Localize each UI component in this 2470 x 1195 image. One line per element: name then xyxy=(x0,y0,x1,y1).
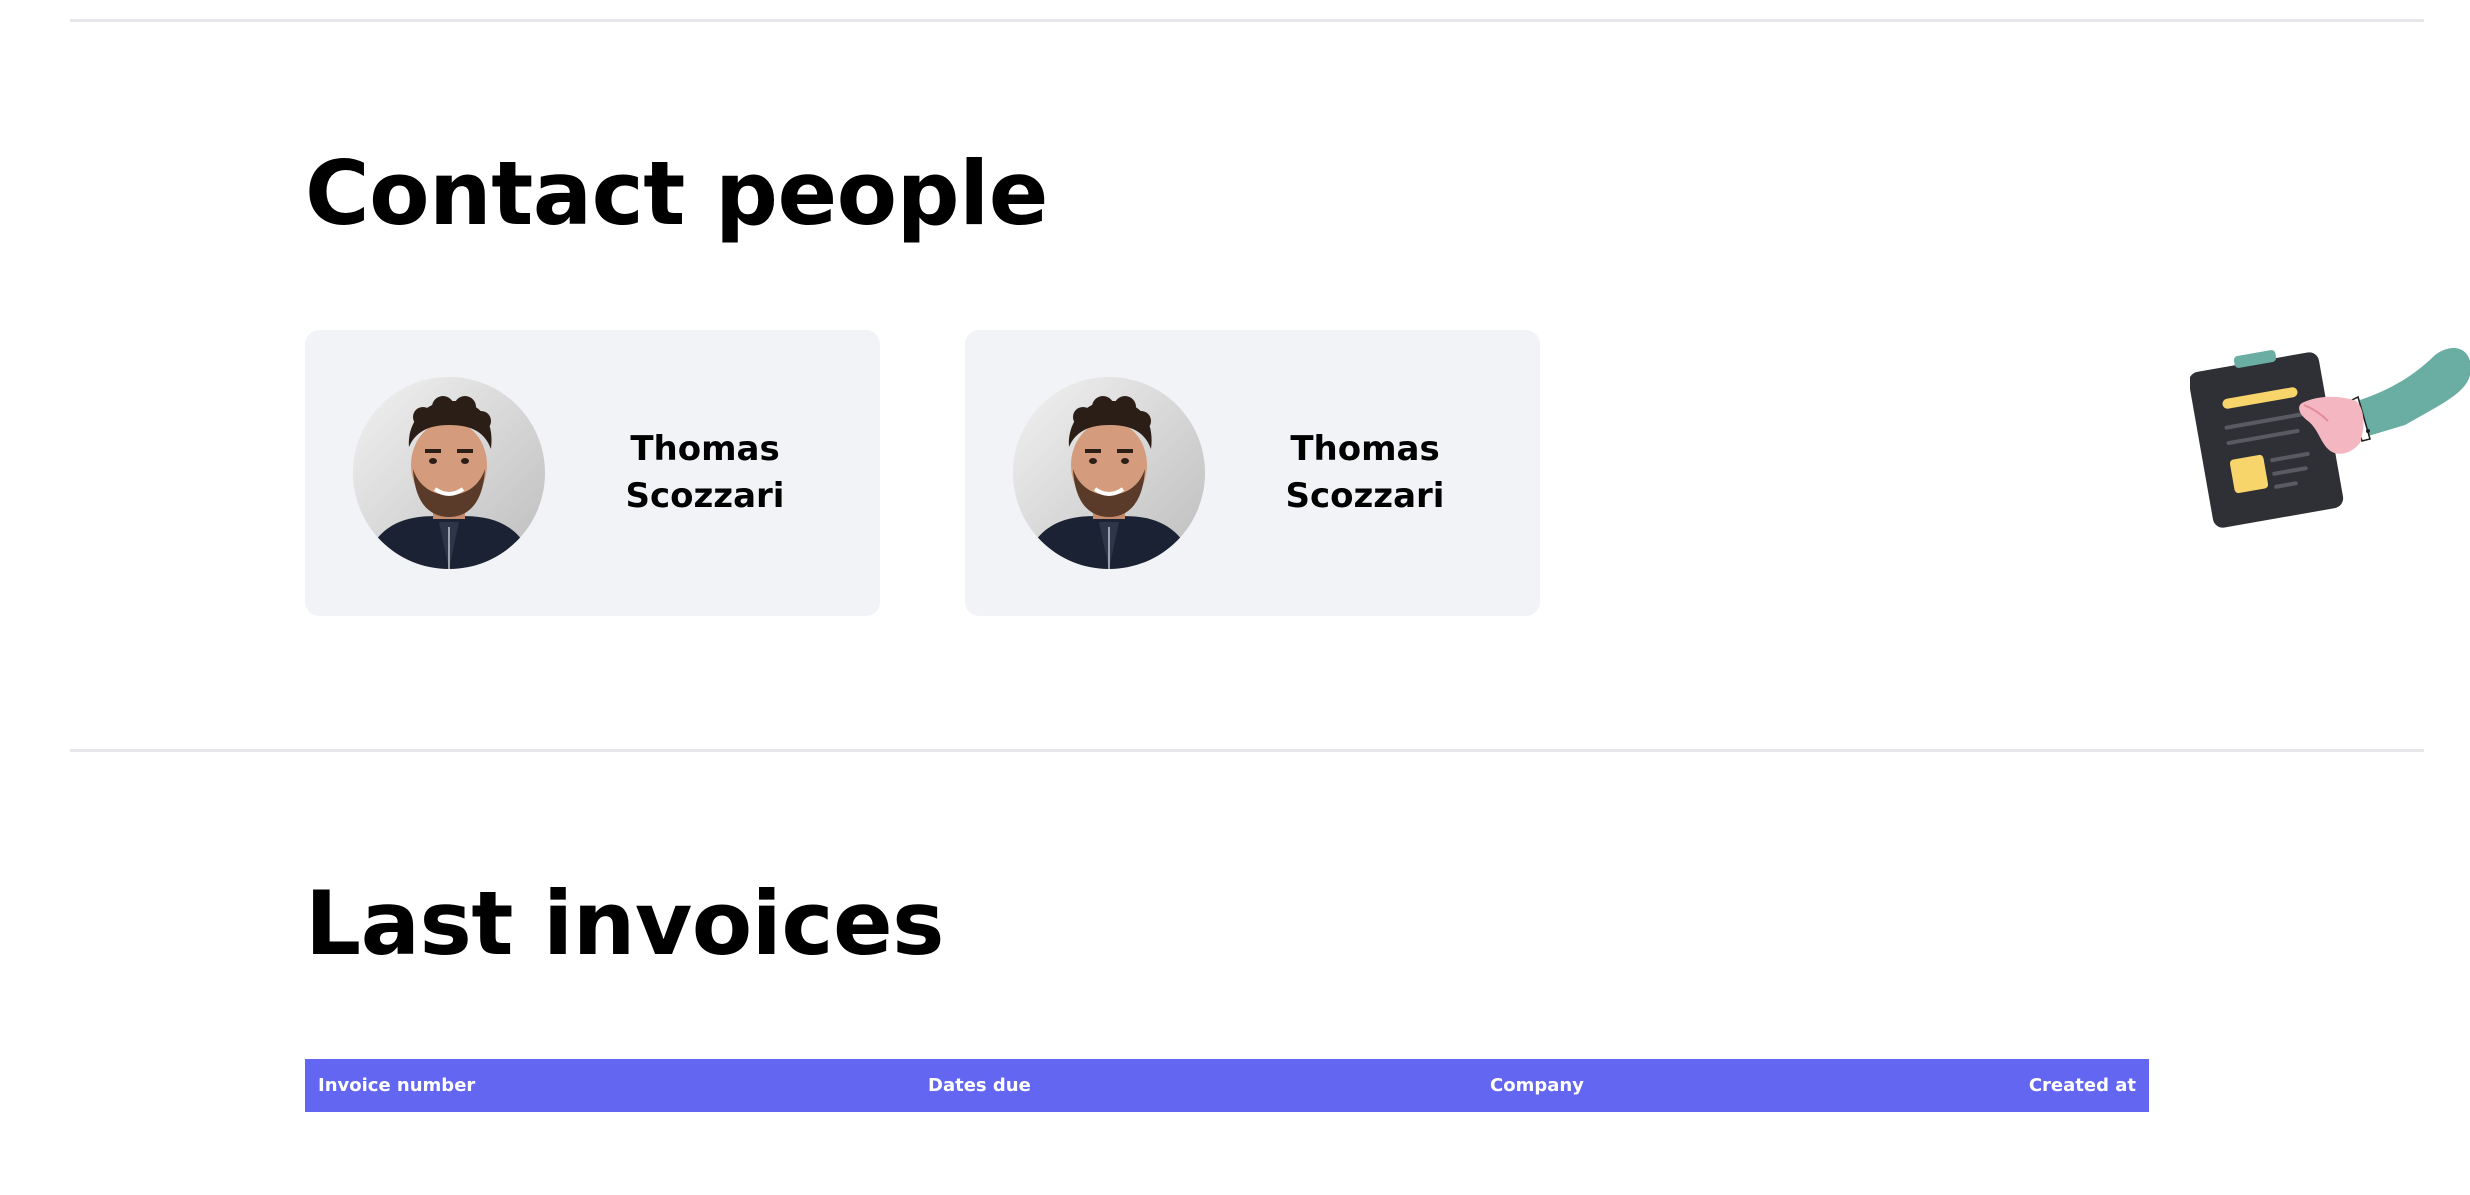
column-header-invoice-number[interactable]: Invoice number xyxy=(318,1059,475,1112)
last-invoices-title: Last invoices xyxy=(305,872,945,975)
contact-people-title: Contact people xyxy=(305,142,1048,245)
column-header-company[interactable]: Company xyxy=(1490,1059,1584,1112)
contact-card[interactable]: Thomas Scozzari xyxy=(305,330,880,616)
column-header-dates-due[interactable]: Dates due xyxy=(928,1059,1031,1112)
top-divider xyxy=(70,19,2424,22)
contact-name: Thomas Scozzari xyxy=(1265,426,1465,520)
invoices-table-header: Invoice number Dates due Company Created… xyxy=(305,1059,2149,1112)
contact-last-name: Scozzari xyxy=(1285,476,1445,516)
avatar xyxy=(353,377,545,569)
contact-last-name: Scozzari xyxy=(625,476,785,516)
contact-name: Thomas Scozzari xyxy=(605,426,805,520)
contact-first-name: Thomas xyxy=(1290,429,1440,469)
clipboard-hand-illustration xyxy=(2188,345,2470,530)
avatar xyxy=(1013,377,1205,569)
column-header-created-at[interactable]: Created at xyxy=(2029,1059,2136,1112)
contact-first-name: Thomas xyxy=(630,429,780,469)
section-divider xyxy=(70,749,2424,752)
page: Contact people Thomas Scozzari Thomas Sc… xyxy=(0,0,2470,1195)
contact-card[interactable]: Thomas Scozzari xyxy=(965,330,1540,616)
